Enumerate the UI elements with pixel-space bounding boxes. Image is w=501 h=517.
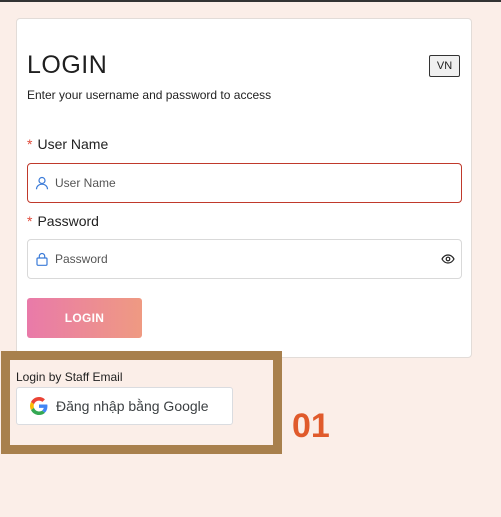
staff-email-label: Login by Staff Email — [16, 370, 123, 384]
login-subtitle: Enter your username and password to acce… — [27, 88, 272, 102]
required-asterisk: * — [27, 213, 33, 229]
user-icon — [35, 176, 49, 190]
login-button[interactable]: LOGIN — [27, 298, 142, 338]
page-title: LOGIN — [27, 51, 108, 79]
top-divider — [0, 0, 501, 2]
google-icon — [30, 397, 48, 415]
lock-icon — [35, 252, 49, 266]
password-label-text: Password — [37, 213, 99, 229]
username-input[interactable] — [55, 176, 461, 190]
username-label: * User Name — [27, 136, 108, 152]
language-toggle-button[interactable]: VN — [429, 55, 460, 77]
username-label-text: User Name — [37, 136, 109, 152]
required-asterisk: * — [27, 136, 33, 152]
login-card: LOGIN Enter your username and password t… — [16, 18, 472, 358]
step-number-annotation: 01 — [292, 407, 330, 445]
username-field-wrapper[interactable] — [27, 163, 462, 203]
password-label: * Password — [27, 213, 99, 229]
password-input[interactable] — [55, 252, 441, 266]
password-field-wrapper[interactable] — [27, 239, 462, 279]
eye-icon[interactable] — [441, 252, 455, 266]
google-button-label: Đăng nhập bằng Google — [56, 398, 209, 414]
google-login-button[interactable]: Đăng nhập bằng Google — [16, 387, 233, 425]
